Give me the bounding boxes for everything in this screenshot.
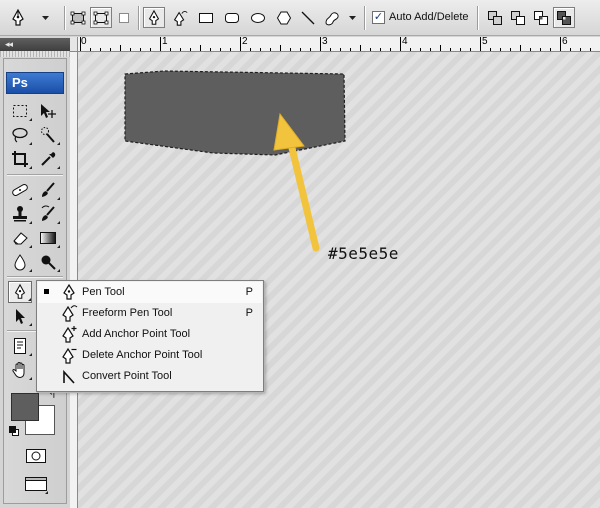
flyout-item-label: Delete Anchor Point Tool [82,349,203,361]
gradient-tool-icon[interactable] [36,227,60,249]
eraser-tool-icon[interactable] [8,227,32,249]
tools-separator [7,276,63,278]
pen-tool-flyout-menu: Pen Tool P Freeform Pen Tool P Add Ancho… [36,280,264,392]
quick-selection-tool-icon[interactable] [36,124,60,146]
flyout-item-shortcut: P [245,307,253,319]
photoshop-logo[interactable]: Ps [6,72,64,94]
tools-panel-collapse-button[interactable]: ◂◂ [0,38,70,51]
flyout-item-shortcut: P [245,286,253,298]
eyedropper-tool-icon[interactable] [36,148,60,170]
flyout-item-freeform-pen-tool[interactable]: Freeform Pen Tool P [38,303,262,324]
flyout-item-label: Freeform Pen Tool [82,307,173,319]
canvas-overlay [124,70,346,252]
move-tool-icon[interactable] [36,100,60,122]
flyout-item-label: Pen Tool [82,286,125,298]
clone-stamp-tool-icon[interactable] [8,203,32,225]
lasso-tool-icon[interactable] [8,124,32,146]
tools-panel-grip[interactable] [0,51,70,57]
selected-bullet-icon [44,289,49,294]
flyout-item-label: Add Anchor Point Tool [82,328,191,340]
pen-tool-icon[interactable] [8,281,32,303]
flyout-item-delete-anchor-point-tool[interactable]: Delete Anchor Point Tool [38,345,262,366]
screen-mode-icon[interactable] [24,473,48,495]
notes-tool-icon[interactable] [8,335,32,357]
quick-mask-mode-icon[interactable] [24,445,48,467]
color-annotation-label: #5e5e5e [328,244,399,263]
delete-anchor-point-icon [62,347,77,364]
foreground-color-swatch[interactable] [11,393,39,421]
flyout-item-add-anchor-point-tool[interactable]: Add Anchor Point Tool [38,324,262,345]
tools-separator [7,174,63,176]
healing-brush-tool-icon[interactable] [8,179,32,201]
blur-tool-icon[interactable] [8,251,32,273]
convert-point-icon [63,369,75,384]
history-brush-tool-icon[interactable] [36,203,60,225]
flyout-item-convert-point-tool[interactable]: Convert Point Tool [38,366,262,387]
crop-tool-icon[interactable] [8,148,32,170]
default-colors-icon[interactable] [9,426,19,436]
brush-tool-icon[interactable] [36,179,60,201]
marquee-tool-icon[interactable] [8,100,32,122]
add-anchor-point-icon [62,326,77,343]
dodge-tool-icon[interactable] [36,251,60,273]
selected-shape [124,70,346,156]
flyout-item-label: Convert Point Tool [82,370,172,382]
freeform-pen-icon [62,305,78,322]
hand-tool-icon[interactable] [8,359,32,381]
pen-icon [63,283,75,300]
flyout-item-pen-tool[interactable]: Pen Tool P [38,282,262,303]
path-selection-tool-icon[interactable] [8,305,32,327]
